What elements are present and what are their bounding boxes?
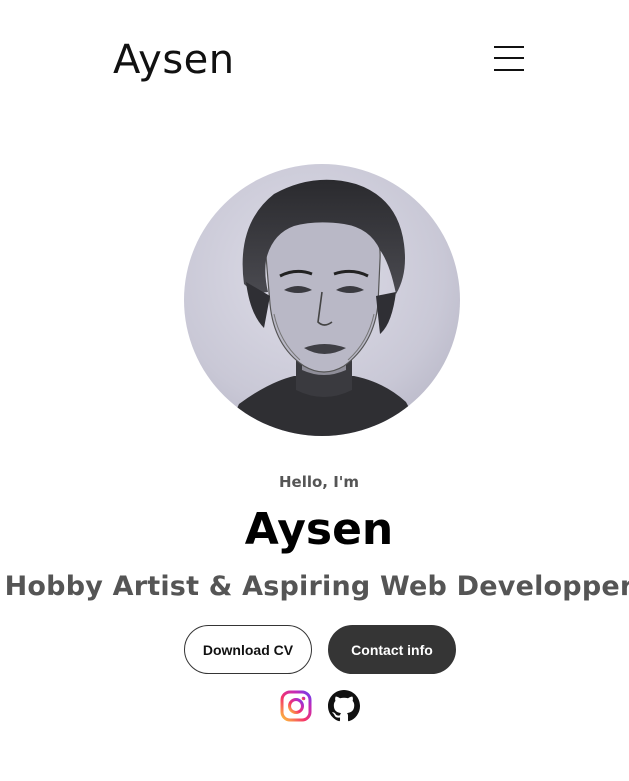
hamburger-menu-icon[interactable] (494, 45, 528, 73)
profile-title: Hobby Artist & Aspiring Web Developper (4, 571, 629, 602)
profile-portrait (184, 164, 460, 436)
hamburger-line (494, 46, 524, 48)
instagram-icon[interactable] (280, 690, 312, 722)
site-logo[interactable]: Aysen (113, 36, 235, 84)
profile-name: Aysen (244, 504, 394, 555)
instagram-icon-glyph (280, 690, 312, 722)
contact-info-button[interactable]: Contact info (328, 625, 456, 674)
github-icon-glyph (328, 690, 360, 722)
greeting-text: Hello, I'm (278, 473, 360, 491)
hamburger-line (494, 57, 524, 59)
github-icon[interactable] (328, 690, 360, 722)
download-cv-button[interactable]: Download CV (184, 625, 312, 674)
page: Aysen Hello, I'm Aysen Hobby Artist & As… (0, 0, 629, 781)
hamburger-line (494, 69, 524, 71)
portrait-sketch (184, 164, 460, 436)
